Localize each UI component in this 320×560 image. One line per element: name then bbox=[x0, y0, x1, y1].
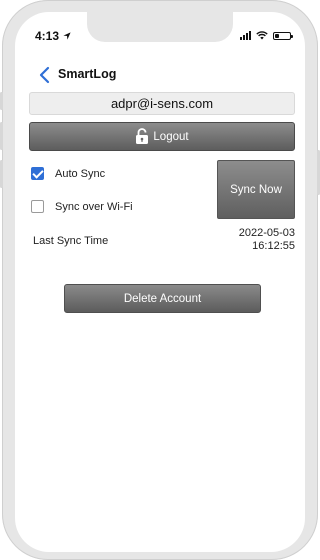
last-sync-time: 16:12:55 bbox=[252, 240, 295, 252]
chevron-left-icon[interactable] bbox=[37, 65, 55, 85]
logout-button[interactable]: Logout bbox=[29, 122, 295, 151]
sync-over-wifi-option[interactable]: Sync over Wi-Fi bbox=[31, 200, 133, 213]
auto-sync-option[interactable]: Auto Sync bbox=[31, 167, 105, 180]
last-sync-label: Last Sync Time bbox=[33, 235, 109, 247]
wifi-icon bbox=[256, 31, 268, 40]
location-arrow-icon bbox=[63, 32, 71, 40]
page-title: SmartLog bbox=[58, 67, 117, 81]
delete-account-button[interactable]: Delete Account bbox=[64, 284, 261, 313]
status-time: 4:13 bbox=[35, 29, 71, 43]
volume-up-button bbox=[0, 122, 3, 150]
sync-over-wifi-label: Sync over Wi-Fi bbox=[55, 200, 133, 213]
battery-icon bbox=[273, 31, 293, 40]
sync-now-button[interactable]: Sync Now bbox=[217, 160, 295, 219]
account-email-field: adpr@i-sens.com bbox=[29, 92, 295, 115]
phone-frame: 4:13 SmartLog adpr@i-sens.com Logout Aut… bbox=[0, 0, 320, 560]
cellular-signal-icon bbox=[240, 31, 251, 40]
nav-bar: SmartLog bbox=[15, 62, 305, 92]
auto-sync-checkbox[interactable] bbox=[31, 167, 44, 180]
screen: 4:13 SmartLog adpr@i-sens.com Logout Aut… bbox=[15, 12, 305, 552]
auto-sync-label: Auto Sync bbox=[55, 167, 106, 180]
mute-switch bbox=[0, 92, 3, 110]
volume-down-button bbox=[0, 160, 3, 188]
status-icons bbox=[240, 31, 293, 40]
notch bbox=[87, 12, 233, 42]
last-sync-date: 2022-05-03 bbox=[238, 227, 295, 239]
sync-over-wifi-checkbox[interactable] bbox=[31, 200, 44, 213]
last-sync-value: 2022-05-03 16:12:55 bbox=[239, 227, 295, 253]
unlock-icon bbox=[136, 128, 149, 144]
logout-label: Logout bbox=[153, 130, 189, 143]
